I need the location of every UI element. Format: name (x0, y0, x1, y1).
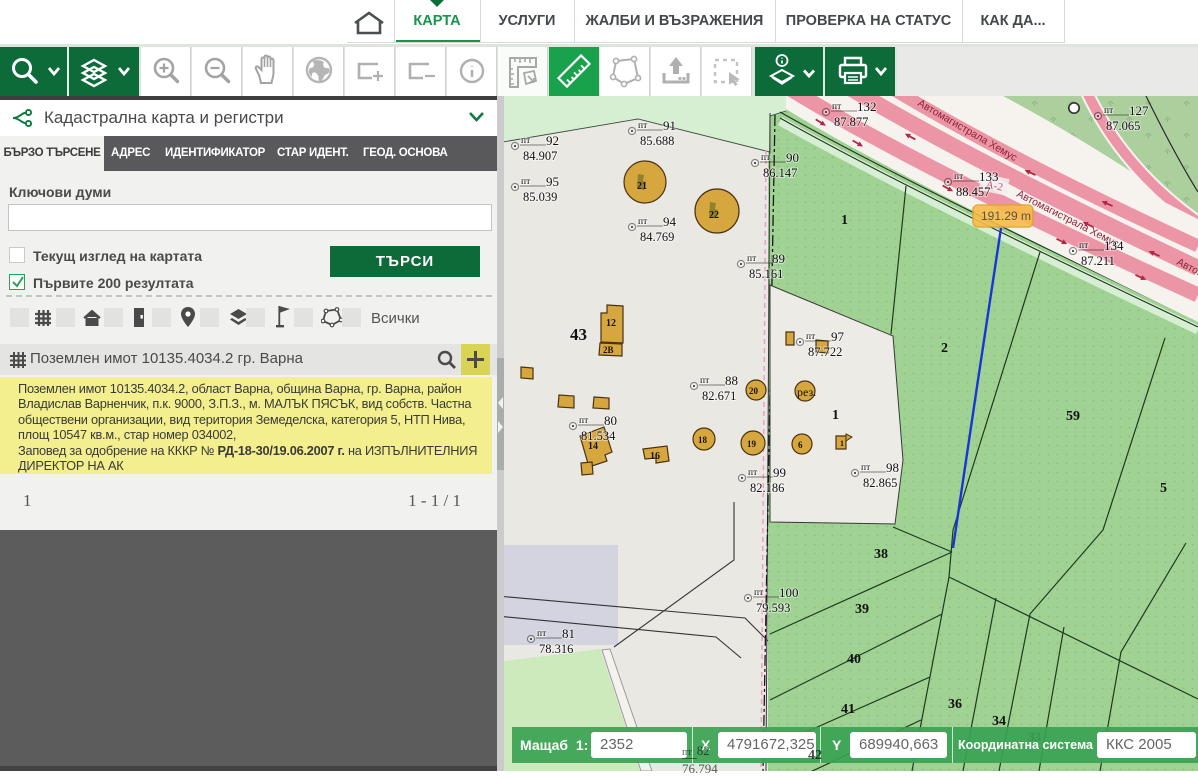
svg-text:1: 1 (841, 213, 848, 228)
svg-text:87.065: 87.065 (1106, 119, 1140, 133)
svg-text:84.907: 84.907 (523, 149, 557, 163)
svg-text:191.29 m: 191.29 m (981, 209, 1031, 223)
svg-text:41: 41 (841, 702, 855, 717)
svg-text:6: 6 (798, 440, 803, 450)
svg-text:87.211: 87.211 (1081, 254, 1115, 268)
svg-text:16: 16 (650, 451, 660, 462)
svg-text:132: 132 (857, 99, 877, 114)
svg-text:127: 127 (1129, 103, 1149, 118)
svg-text:99: 99 (773, 465, 786, 480)
svg-text:12: 12 (606, 318, 616, 329)
svg-text:85.039: 85.039 (523, 190, 557, 204)
svg-text:92: 92 (546, 133, 559, 148)
svg-text:81: 81 (562, 626, 575, 641)
svg-text:рез.: рез. (797, 385, 816, 399)
svg-text:2: 2 (941, 341, 948, 356)
svg-text:82.671: 82.671 (702, 389, 736, 403)
svg-text:1: 1 (832, 408, 839, 423)
svg-text:91: 91 (663, 118, 676, 133)
svg-text:84.769: 84.769 (640, 230, 674, 244)
svg-text:134: 134 (1104, 238, 1124, 253)
svg-text:43: 43 (570, 325, 587, 344)
svg-text:59: 59 (1066, 409, 1080, 424)
svg-text:98: 98 (886, 460, 899, 475)
svg-text:89: 89 (772, 251, 785, 266)
svg-text:79.593: 79.593 (756, 601, 790, 615)
svg-text:82.186: 82.186 (750, 481, 784, 495)
svg-text:81.534: 81.534 (581, 429, 616, 443)
svg-text:87.877: 87.877 (834, 115, 868, 129)
svg-text:36: 36 (948, 697, 962, 712)
svg-text:87.722: 87.722 (808, 345, 842, 359)
svg-text:21: 21 (637, 181, 647, 192)
svg-text:39: 39 (855, 602, 869, 617)
svg-text:18: 18 (698, 435, 708, 445)
svg-text:19: 19 (747, 439, 757, 449)
svg-text:5: 5 (1160, 481, 1167, 496)
svg-text:86.147: 86.147 (763, 166, 797, 180)
svg-text:40: 40 (847, 652, 861, 667)
svg-text:133: 133 (979, 169, 999, 184)
svg-text:90: 90 (786, 150, 799, 165)
svg-text:85.161: 85.161 (749, 267, 783, 281)
svg-text:78.316: 78.316 (539, 642, 573, 656)
svg-text:38: 38 (874, 547, 888, 562)
svg-text:100: 100 (779, 585, 799, 600)
svg-text:85.688: 85.688 (640, 134, 674, 148)
svg-text:80: 80 (604, 413, 617, 428)
svg-text:2В: 2В (603, 345, 614, 355)
svg-text:88: 88 (725, 373, 738, 388)
svg-text:94: 94 (663, 214, 677, 229)
svg-text:95: 95 (546, 174, 559, 189)
svg-text:82.865: 82.865 (863, 476, 897, 490)
svg-text:88.457: 88.457 (956, 185, 990, 199)
svg-text:97: 97 (831, 329, 845, 344)
svg-text:20: 20 (749, 386, 759, 396)
svg-text:1: 1 (840, 439, 844, 448)
svg-text:22: 22 (709, 210, 719, 221)
